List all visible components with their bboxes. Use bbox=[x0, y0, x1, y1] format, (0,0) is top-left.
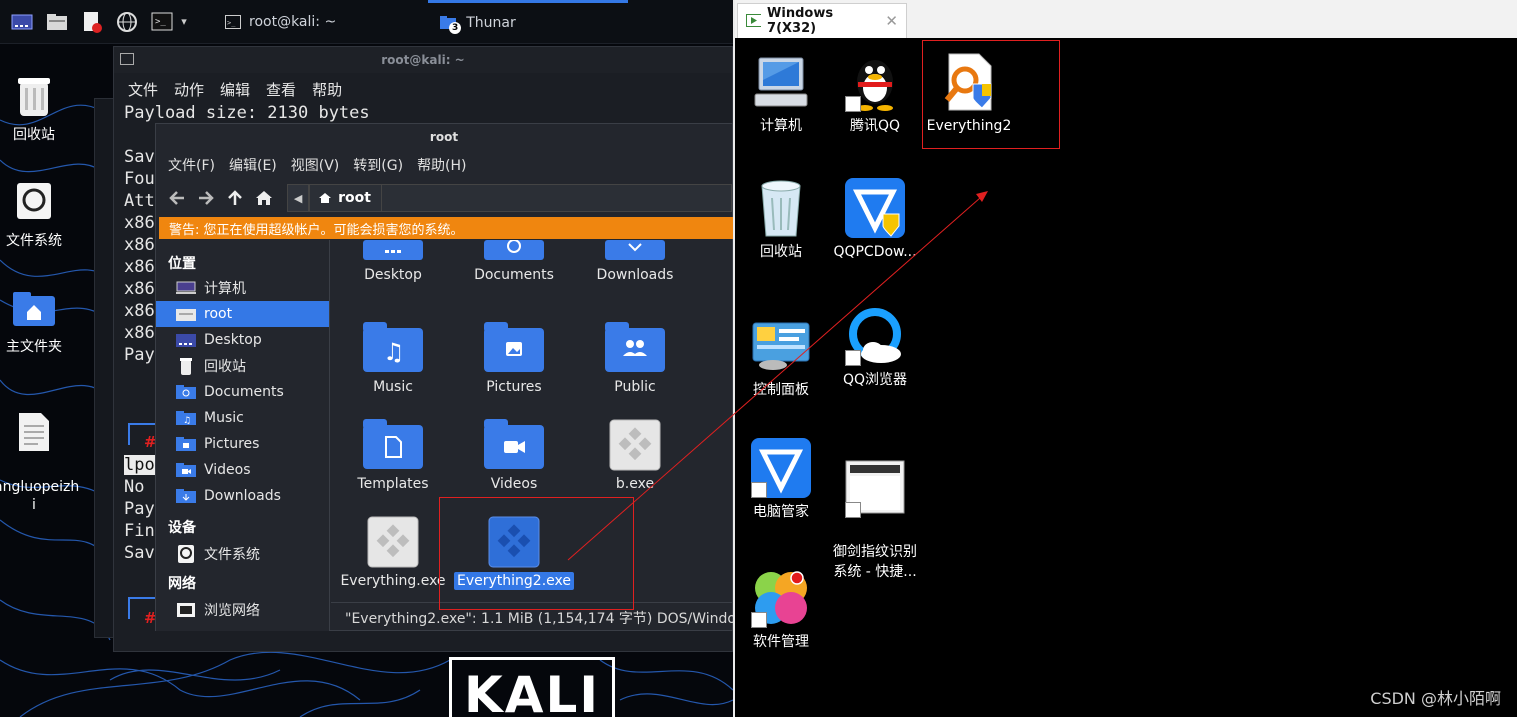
annotation-arrow bbox=[567, 191, 988, 561]
